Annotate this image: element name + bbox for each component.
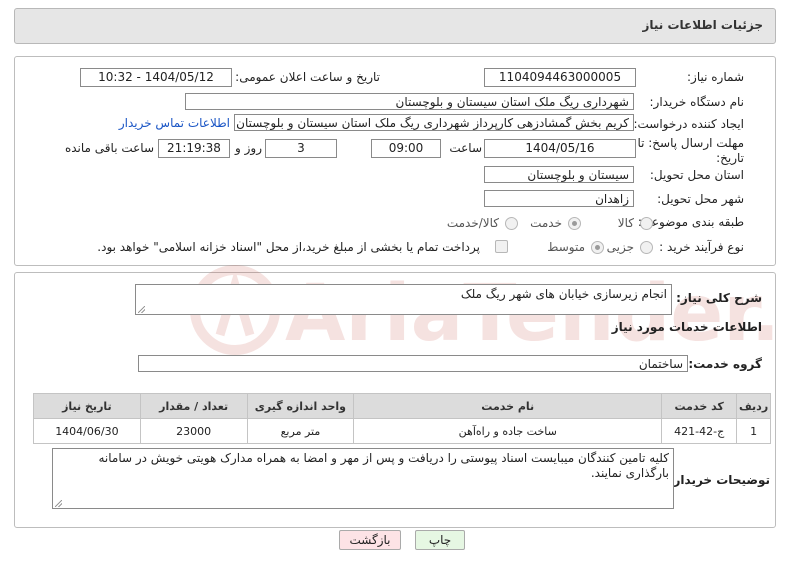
summary-text: انجام زیرسازی خیابان های شهر ریگ ملک	[460, 287, 667, 301]
page-header: جزئیات اطلاعات نیاز	[14, 8, 776, 44]
days-field[interactable]: 3	[265, 139, 337, 158]
back-button[interactable]: بازگشت	[339, 530, 401, 550]
purchase-radio-medium[interactable]	[591, 241, 604, 254]
col-quantity: تعداد / مقدار	[139, 393, 248, 419]
remaining-time-field[interactable]: 21:19:38	[158, 139, 230, 158]
cell-row: 1	[736, 418, 771, 444]
remaining-label: ساعت باقی مانده	[64, 141, 154, 155]
days-label: روز و	[235, 141, 262, 155]
need-number-field[interactable]: 1104094463000005	[484, 68, 636, 87]
deadline-time-field[interactable]: 09:00	[371, 139, 441, 158]
table-row[interactable]: 1 ج-42-421 ساخت جاده و راه‌آهن متر مربع …	[33, 418, 771, 444]
buyer-notes-textarea[interactable]: کلیه تامین کنندگان میبایست اسناد پیوستی …	[52, 448, 674, 509]
category-option-goods: کالا	[617, 216, 634, 230]
col-date: تاریخ نیاز	[33, 393, 141, 419]
purchase-radio-minor[interactable]	[640, 241, 653, 254]
service-group-field[interactable]: ساختمان	[138, 355, 688, 372]
cell-name: ساخت جاده و راه‌آهن	[353, 418, 663, 444]
purchase-option-medium: متوسط	[547, 240, 585, 254]
deadline-label-2: تاریخ:	[716, 151, 744, 165]
payment-note: پرداخت تمام یا بخشی از مبلغ خرید،از محل …	[97, 240, 480, 254]
need-info-panel	[14, 56, 776, 266]
payment-checkbox[interactable]	[495, 240, 508, 253]
category-radio-goods[interactable]	[640, 217, 653, 230]
resize-grip-icon[interactable]	[138, 306, 145, 313]
summary-label: شرح کلی نیاز:	[676, 291, 762, 305]
deadline-label: مهلت ارسال پاسخ: تا	[637, 136, 744, 150]
cell-quantity: 23000	[139, 418, 248, 444]
purchase-option-minor: جزیی	[606, 240, 634, 254]
resize-grip-icon[interactable]	[55, 500, 62, 507]
services-table: ردیف کد خدمت نام خدمت واحد اندازه گیری ت…	[33, 393, 771, 444]
cell-unit: متر مربع	[246, 418, 355, 444]
col-unit: واحد اندازه گیری	[246, 393, 355, 419]
category-label: طبقه بندی موضوعی:	[637, 215, 744, 229]
category-radio-goods-service[interactable]	[505, 217, 518, 230]
table-header-row: ردیف کد خدمت نام خدمت واحد اندازه گیری ت…	[33, 393, 771, 419]
time-label: ساعت	[449, 141, 482, 155]
service-group-label: گروه خدمت:	[688, 357, 762, 371]
category-radio-service[interactable]	[568, 217, 581, 230]
print-button[interactable]: چاپ	[415, 530, 465, 550]
services-title: اطلاعات خدمات مورد نیاز	[611, 320, 762, 334]
buyer-notes-label: توضیحات خریدار:	[668, 473, 770, 487]
creator-label: ایجاد کننده درخواست:	[633, 117, 744, 131]
city-label: شهر محل تحویل:	[657, 192, 744, 206]
buyer-org-label: نام دستگاه خریدار:	[649, 95, 745, 109]
buyer-contact-link[interactable]: اطلاعات تماس خریدار	[119, 116, 230, 130]
col-name: نام خدمت	[353, 393, 663, 419]
province-field[interactable]: سیستان و بلوچستان	[484, 166, 634, 183]
purchase-type-label: نوع فرآیند خرید :	[659, 240, 744, 254]
province-label: استان محل تحویل:	[649, 168, 744, 182]
announce-datetime-field[interactable]: 1404/05/12 - 10:32	[80, 68, 232, 87]
category-option-goods-service: کالا/خدمت	[446, 216, 499, 230]
deadline-date-field[interactable]: 1404/05/16	[484, 139, 636, 158]
city-field[interactable]: زاهدان	[484, 190, 634, 207]
announce-label: تاریخ و ساعت اعلان عمومی:	[235, 70, 380, 84]
col-code: کد خدمت	[661, 393, 738, 419]
creator-field[interactable]: کریم بخش گمشادزهی کارپرداز شهرداری ریگ م…	[234, 114, 634, 131]
buyer-org-field[interactable]: شهرداری ریگ ملک استان سیستان و بلوچستان	[185, 93, 634, 110]
col-row: ردیف	[736, 393, 771, 419]
cell-code: ج-42-421	[661, 418, 738, 444]
buyer-notes-text: کلیه تامین کنندگان میبایست اسناد پیوستی …	[98, 451, 669, 480]
category-option-service: خدمت	[530, 216, 562, 230]
summary-textarea[interactable]: انجام زیرسازی خیابان های شهر ریگ ملک	[135, 284, 672, 315]
page-title: جزئیات اطلاعات نیاز	[642, 18, 763, 32]
cell-date: 1404/06/30	[33, 418, 141, 444]
need-number-label: شماره نیاز:	[687, 70, 744, 84]
